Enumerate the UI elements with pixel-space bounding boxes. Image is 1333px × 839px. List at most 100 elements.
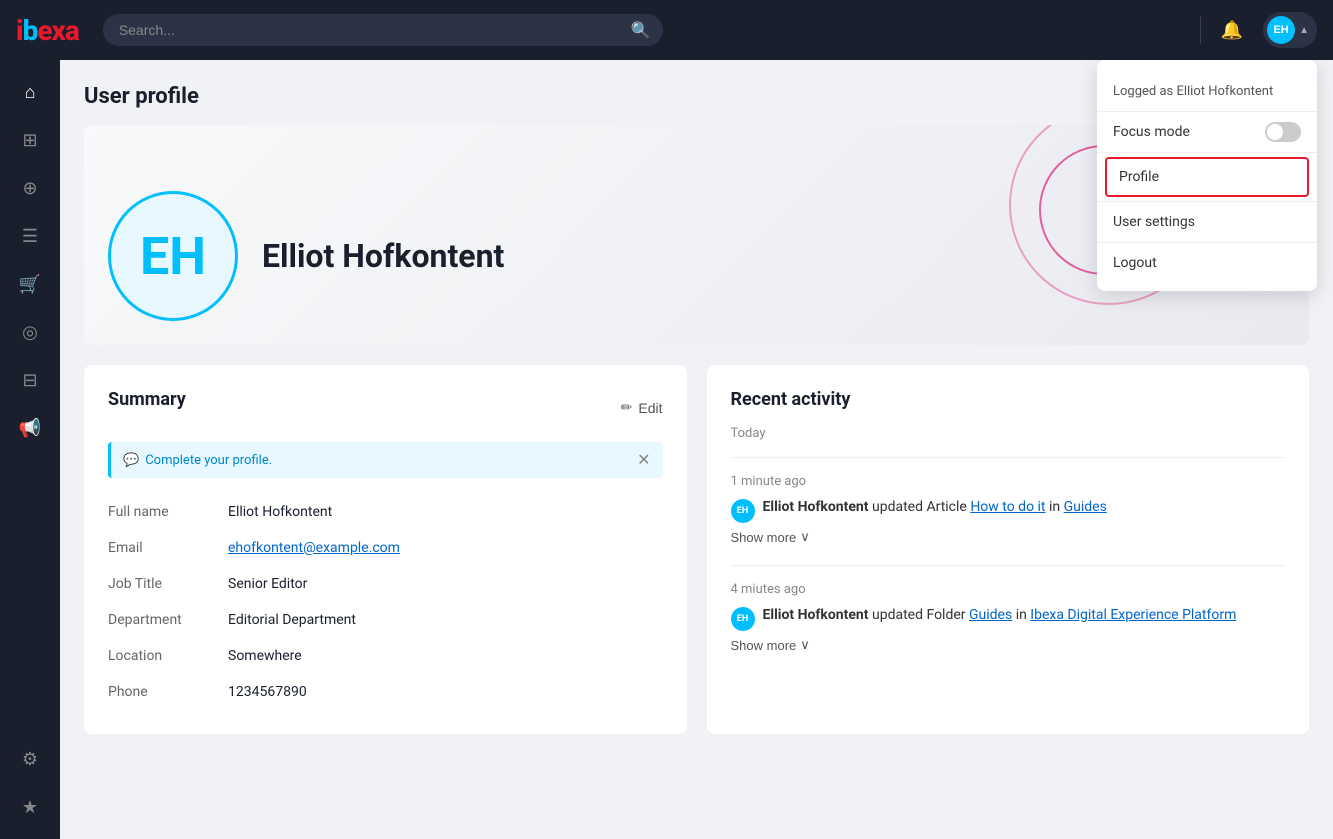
sidebar-item-global[interactable]: ⊕ [8,166,52,210]
field-label-phone: Phone [108,674,228,710]
cards-row: Summary ✏ Edit 💬 Complete your profile. … [84,365,1309,734]
activity-item-2: 4 miutes ago EH Elliot Hofkontent update… [731,582,1286,653]
complete-profile-banner: 💬 Complete your profile. ✕ [108,442,663,478]
field-label-department: Department [108,602,228,638]
avatar-initials: EH [140,226,206,287]
navbar-divider [1200,16,1201,44]
content-tree-icon: ⊞ [22,130,37,151]
dropdown-profile-item[interactable]: Profile [1105,157,1309,197]
field-label-email: Email [108,530,228,566]
field-label-location: Location [108,638,228,674]
activity-time-1: 1 minute ago [731,474,1286,489]
activity-username-2: Elliot Hofkontent [763,607,869,623]
edit-button[interactable]: ✏ Edit [621,399,663,416]
user-menu-button[interactable]: EH ▲ [1263,12,1317,48]
table-row: Email ehofkontent@example.com [108,530,663,566]
show-more-button-2[interactable]: Show more ∨ [731,637,810,653]
focus-mode-toggle[interactable] [1265,122,1301,142]
logged-as-label: Logged as Elliot Hofkontent [1113,84,1273,99]
megaphone-icon: 📢 [19,418,41,439]
profile-avatar: EH [108,191,238,321]
activity-username-1: Elliot Hofkontent [763,499,869,515]
table-row: Job Title Senior Editor [108,566,663,602]
field-value-jobtitle: Senior Editor [228,566,663,602]
show-more-label-2: Show more [731,638,797,653]
dam-icon: ⊟ [22,370,37,391]
field-value-fullname: Elliot Hofkontent [228,494,663,530]
dropdown-user-settings-item[interactable]: User settings [1097,202,1317,242]
activity-avatar-2: EH [731,607,755,631]
activity-content-1: EH Elliot Hofkontent updated Article How… [731,497,1286,523]
summary-title: Summary [108,389,186,410]
target-icon: ◎ [22,322,38,343]
activity-text-2: Elliot Hofkontent updated Folder Guides … [763,605,1237,626]
sidebar-item-settings[interactable]: ⚙ [8,737,52,781]
cart-icon: 🛒 [19,274,41,295]
focus-mode-row: Focus mode [1097,112,1317,152]
activity-location-link-1[interactable]: Guides [1064,499,1107,515]
activity-divider-2 [731,565,1286,566]
table-row: Phone 1234567890 [108,674,663,710]
activity-title: Recent activity [731,389,851,410]
table-row: Department Editorial Department [108,602,663,638]
summary-header: Summary ✏ Edit [108,389,663,426]
field-value-location: Somewhere [228,638,663,674]
settings-icon: ⚙ [22,749,38,770]
activity-location-link-2[interactable]: Ibexa Digital Experience Platform [1030,607,1236,623]
activity-content-2: EH Elliot Hofkontent updated Folder Guid… [731,605,1286,631]
dropdown-header: Logged as Elliot Hofkontent [1097,68,1317,112]
sidebar-item-home[interactable]: ⌂ [8,70,52,114]
profile-name: Elliot Hofkontent [262,237,504,275]
sidebar-item-commerce[interactable]: 🛒 [8,262,52,306]
field-value-email: ehofkontent@example.com [228,530,663,566]
sidebar-item-notifications[interactable]: 📢 [8,406,52,450]
globe-icon: ⊕ [22,178,37,199]
dropdown-logout-item[interactable]: Logout [1097,243,1317,283]
activity-item-1: 1 minute ago EH Elliot Hofkontent update… [731,474,1286,545]
sidebar-item-pages[interactable]: ☰ [8,214,52,258]
field-value-phone: 1234567890 [228,674,663,710]
field-label-jobtitle: Job Title [108,566,228,602]
profile-info: EH Elliot Hofkontent [108,191,504,321]
activity-text-1: Elliot Hofkontent updated Article How to… [763,497,1107,518]
sidebar-item-favorites[interactable]: ★ [8,785,52,829]
activity-action-2: updated Folder [872,607,969,623]
table-row: Location Somewhere [108,638,663,674]
user-avatar-small: EH [1267,16,1295,44]
sidebar-item-dam[interactable]: ⊟ [8,358,52,402]
user-dropdown-menu: Logged as Elliot Hofkontent Focus mode P… [1097,60,1317,291]
table-row: Full name Elliot Hofkontent [108,494,663,530]
home-icon: ⌂ [25,82,36,103]
sidebar-item-targeting[interactable]: ◎ [8,310,52,354]
activity-avatar-1: EH [731,499,755,523]
edit-icon: ✏ [621,399,633,416]
close-banner-button[interactable]: ✕ [637,450,650,470]
activity-day-label: Today [731,426,1286,441]
field-label-fullname: Full name [108,494,228,530]
complete-profile-message: Complete your profile. [145,453,272,468]
activity-item-link-1[interactable]: How to do it [970,499,1045,515]
activity-time-2: 4 miutes ago [731,582,1286,597]
show-more-button-1[interactable]: Show more ∨ [731,529,810,545]
sidebar-item-content-tree[interactable]: ⊞ [8,118,52,162]
info-icon: 💬 [123,453,139,468]
pages-icon: ☰ [22,226,38,247]
star-icon: ★ [22,797,38,818]
activity-divider [731,457,1286,458]
chevron-up-icon: ▲ [1299,25,1309,36]
navbar-right: 🔔 EH ▲ [1200,12,1317,48]
edit-label: Edit [638,400,662,416]
notifications-button[interactable]: 🔔 [1217,16,1247,45]
summary-card: Summary ✏ Edit 💬 Complete your profile. … [84,365,687,734]
field-value-department: Editorial Department [228,602,663,638]
toggle-knob [1267,124,1283,140]
chevron-down-icon-1: ∨ [800,529,810,545]
complete-profile-text: 💬 Complete your profile. [123,453,272,468]
recent-activity-card: Recent activity Today 1 minute ago EH El… [707,365,1310,734]
email-link[interactable]: ehofkontent@example.com [228,540,400,556]
search-input[interactable] [103,14,663,46]
activity-action-1: updated Article [872,499,970,515]
chevron-down-icon-2: ∨ [800,637,810,653]
navbar: ibexa 🔍 🔔 EH ▲ Logged as Elliot Hofkonte… [0,0,1333,60]
activity-item-link-2[interactable]: Guides [969,607,1012,623]
